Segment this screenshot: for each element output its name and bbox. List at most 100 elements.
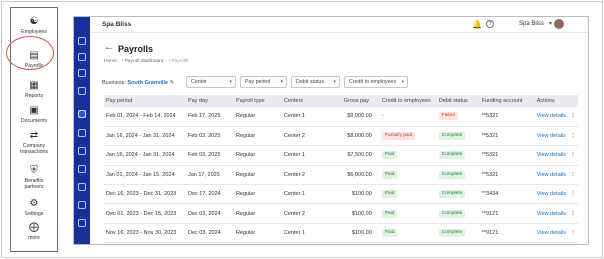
nav-payroll-icon[interactable] [78,110,86,118]
cell-payroll-type: Regular [233,165,282,186]
table-row[interactable]: Feb 01, 2024 - Feb 14, 2024 Feb 17, 2025 R… [104,107,578,127]
cell-funding-account: **5321 [479,107,535,127]
col-pay-day[interactable]: Pay day [185,95,234,107]
cell-funding-account: **5321 [479,126,535,147]
view-details-link[interactable]: View details [534,165,568,186]
sidebar-item-settings[interactable]: ⚙ Settings [11,198,57,217]
col-credit-to-employees[interactable]: Credit to employees [379,95,437,107]
bell-icon[interactable]: 🔔 [472,20,482,29]
cell-debit-status: Complete [436,145,480,166]
debit-status-filter[interactable]: Debit status ▾ [291,76,340,88]
nav-rail [74,17,90,244]
breadcrumb: Home › Payroll dashboard › Payrolls [104,59,189,64]
cell-gross-pay: $100.00 [341,203,380,224]
center-filter[interactable]: Center ▾ [186,76,236,88]
kebab-menu-icon[interactable]: ⋮ [567,165,578,186]
view-details-link[interactable]: View details [534,184,568,205]
help-icon[interactable]: ? [486,20,494,28]
col-pay-period[interactable]: Pay period [104,95,186,107]
cell-gross-pay: $100.00 [341,184,380,205]
cell-pay-day: Feb 03, 2025 [185,126,234,147]
sidebar-item-reports[interactable]: ▦ Reports [11,80,57,99]
col-funding-account[interactable]: Funding account [479,95,535,107]
transactions-icon: ⇄ [29,130,39,141]
view-details-link[interactable]: View details [534,145,568,166]
credit-to-employees-filter[interactable]: Credit to employees ▾ [344,76,408,88]
cell-pay-period: Nov 16, 2023 - Nov 30, 2023 [104,223,186,244]
nav-calendar2-icon[interactable] [78,165,86,173]
kebab-menu-icon[interactable]: ⋮ [567,126,578,147]
app-window: Spa Bliss 🔔 ? Spa Bliss ▾ ← Payrolls Hom… [73,16,589,245]
view-details-link[interactable]: View details [534,107,568,127]
cell-gross-pay: $100.00 [341,242,380,244]
nav-calendar-icon[interactable] [78,147,86,155]
cell-credit-to-employees: Paid [379,165,437,186]
sidebar-item-documents[interactable]: ▣ Documents [11,105,57,124]
account-name[interactable]: Spa Bliss [519,21,544,27]
debit-status-badge: Failed [438,112,458,121]
debit-status-badge: Complete [438,132,466,141]
cell-credit-to-employees: - [379,107,437,127]
cell-funding-account: **5321 [479,145,535,166]
table-row[interactable]: Jan 16, 2024 - Jan 31, 2024 Feb 03, 2025 R… [104,126,578,147]
view-details-link[interactable]: View details [534,242,568,244]
avatar[interactable] [554,19,564,29]
kebab-menu-icon[interactable]: ⋮ [567,223,578,244]
kebab-menu-icon[interactable]: ⋮ [567,242,578,244]
people-icon: ☯ [29,16,39,27]
table-row[interactable]: Dec 01, 2023 - Dec 15, 2023 Dec 03, 2024 R… [104,203,578,224]
nav-list-icon[interactable] [78,87,86,95]
cell-center: Center 2 [281,126,342,147]
table-row[interactable]: Jan 01, 2024 - Jan 15, 2024 Jan 17, 2025 R… [104,165,578,186]
table-row[interactable]: Nov 16, 2023 - Nov 30, 2023 Dec 03, 2024 R… [104,223,578,244]
kebab-menu-icon[interactable]: ⋮ [567,203,578,224]
col-debit-status[interactable]: Debit status [436,95,480,107]
cell-pay-period: Jan 01, 2024 - Jan 15, 2024 [104,165,186,186]
nav-chart-icon[interactable] [78,183,86,191]
col-payroll-type[interactable]: Payroll type [233,95,282,107]
nav-heart-icon[interactable] [78,129,86,137]
nav-home-icon[interactable] [78,53,86,61]
cell-funding-account: **9121 [479,242,535,244]
cell-pay-period: Dec 16, 2023 - Dec 31, 2023 [104,184,186,205]
cell-debit-status: Failed [436,107,480,127]
sidebar-item-company-transactions[interactable]: ⇄ Company transactions [11,130,57,155]
cell-pay-period: Nov 01, 2023 - Nov 15, 2023 [104,242,186,244]
cell-credit-to-employees: Partially paid [379,126,437,147]
view-details-link[interactable]: View details [534,203,568,224]
col-menu [567,95,578,107]
table-row[interactable]: Dec 16, 2023 - Dec 31, 2023 Dec 17, 2024 R… [104,184,578,205]
breadcrumb-home[interactable]: Home [104,59,117,64]
kebab-menu-icon[interactable]: ⋮ [567,107,578,127]
breadcrumb-payroll-dashboard[interactable]: Payroll dashboard [125,59,164,64]
nav-people-icon[interactable] [78,69,86,77]
view-details-link[interactable]: View details [534,126,568,147]
view-details-link[interactable]: View details [534,223,568,244]
table-row[interactable]: Jan 16, 2024 - Jan 31, 2024 Feb 03, 2025 R… [104,145,578,166]
debit-status-badge: Complete [438,170,466,179]
sidebar-item-employees[interactable]: ☯ Employees [11,16,57,35]
nav-settings-icon[interactable] [78,219,86,227]
cell-pay-day: Nov 03, 2024 [185,242,234,244]
kebab-menu-icon[interactable]: ⋮ [567,145,578,166]
cell-funding-account: **9121 [479,203,535,224]
cell-pay-period: Dec 01, 2023 - Dec 15, 2023 [104,203,186,224]
table-row[interactable]: Nov 01, 2023 - Nov 15, 2023Nov 03, 2024R… [104,242,578,244]
cell-pay-day: Dec 03, 2024 [185,223,234,244]
cell-payroll-type: Regular [233,145,282,166]
sidebar-item-benefits-partners[interactable]: ⛨ Benefits partners [11,165,57,190]
back-arrow-icon[interactable]: ← [104,42,114,53]
col-centers[interactable]: Centers [281,95,342,107]
nav-bars-icon[interactable] [78,201,86,209]
cell-credit-to-employees: Paid [379,223,437,244]
grid-icon: ⨁ [29,222,39,233]
kebab-menu-icon[interactable]: ⋮ [567,184,578,205]
pay-period-filter[interactable]: Pay period ▾ [240,76,287,88]
business-selector[interactable]: Business: South Granville ✎ [102,80,174,86]
nav-search-icon[interactable] [78,37,86,45]
sidebar-item-more[interactable]: ⨁ more [11,222,57,241]
col-gross-pay[interactable]: Gross pay [341,95,380,107]
chevron-down-icon[interactable]: ▾ [549,20,552,27]
cell-debit-status: Complete [436,184,480,205]
edit-icon[interactable]: ✎ [170,80,175,86]
